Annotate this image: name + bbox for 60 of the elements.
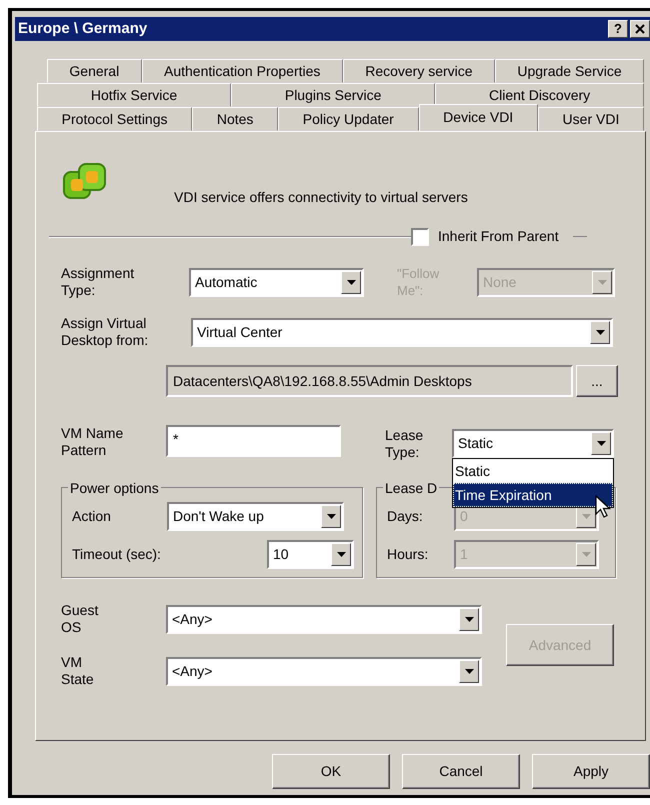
tab[interactable]: Recovery service <box>342 59 495 83</box>
dialog-button[interactable]: Apply <box>532 754 650 789</box>
field-label: Action <box>72 508 112 525</box>
field-label: Assignment Type: <box>61 265 136 299</box>
checkbox-label: Inherit From Parent <box>438 227 559 246</box>
dropdown-option[interactable]: Static <box>453 459 613 483</box>
caret-icon <box>336 552 346 557</box>
dropdown[interactable]: Automatic <box>189 268 364 296</box>
caret-icon <box>596 441 606 446</box>
dropdown-arrow-button[interactable] <box>459 660 479 682</box>
field-label: Days: <box>387 508 424 525</box>
dropdown[interactable]: 10 <box>267 540 354 569</box>
dropdown-arrow-button[interactable] <box>590 320 610 344</box>
field-label: Guest OS <box>61 602 100 636</box>
field-label: Hours: <box>387 546 430 563</box>
help-button[interactable]: ? <box>608 20 628 38</box>
window-title: Europe \ Germany <box>18 18 148 39</box>
tab[interactable]: Upgrade Service <box>494 59 644 83</box>
tab[interactable]: Protocol Settings <box>37 107 192 131</box>
dropdown-option[interactable]: Time Expiration <box>453 483 613 507</box>
field-label: Timeout (sec): <box>72 546 162 563</box>
description-text: VDI service offers connectivity to virtual servers <box>174 188 468 207</box>
dropdown[interactable]: Virtual Center <box>191 318 613 346</box>
dropdown[interactable]: Static <box>452 429 614 458</box>
caret-icon <box>582 552 590 557</box>
browse-button[interactable]: ... <box>576 365 618 397</box>
field-label: Lease Type: <box>385 427 424 461</box>
dropdown-arrow-button[interactable] <box>591 432 611 455</box>
caret-icon <box>346 280 356 284</box>
caret-icon <box>464 668 474 674</box>
tab[interactable]: Client Discovery <box>435 83 644 107</box>
checkbox[interactable] <box>411 228 429 246</box>
dropdown[interactable]: <Any> <box>166 656 482 686</box>
dropdown-arrow-button[interactable] <box>331 543 351 566</box>
caret-icon <box>598 280 606 284</box>
tab[interactable]: Plugins Service <box>231 83 436 107</box>
dialog-button[interactable]: OK <box>272 754 390 789</box>
tab[interactable]: Device VDI <box>418 104 538 131</box>
dropdown[interactable]: Don't Wake up <box>167 502 344 531</box>
field-label: VM Name Pattern <box>61 425 124 459</box>
tab[interactable]: General <box>47 59 142 83</box>
caret-icon <box>596 330 604 334</box>
caret-icon <box>464 616 474 622</box>
tab[interactable]: Policy Updater <box>278 107 418 131</box>
tab[interactable]: Hotfix Service <box>37 83 232 107</box>
close-icon[interactable] <box>630 20 650 38</box>
field-label: VM State <box>61 654 95 688</box>
tab[interactable]: User VDI <box>538 107 644 131</box>
caret-icon <box>582 514 590 519</box>
dropdown-arrow-button[interactable] <box>459 608 479 630</box>
text-field[interactable]: * <box>166 425 341 457</box>
path-field: Datacenters\QA8\192.168.8.55\Admin Desktops <box>166 365 573 397</box>
dropdown[interactable]: <Any> <box>166 604 482 634</box>
tab[interactable]: Notes <box>192 107 278 131</box>
caret-icon <box>326 514 336 519</box>
dropdown-arrow-button[interactable] <box>341 270 361 294</box>
tab[interactable]: Authentication Properties <box>142 59 343 83</box>
field-label: Assign Virtual Desktop from: <box>61 315 150 349</box>
dialog-button[interactable]: Cancel <box>402 754 520 789</box>
dropdown-arrow-button[interactable] <box>321 505 341 528</box>
